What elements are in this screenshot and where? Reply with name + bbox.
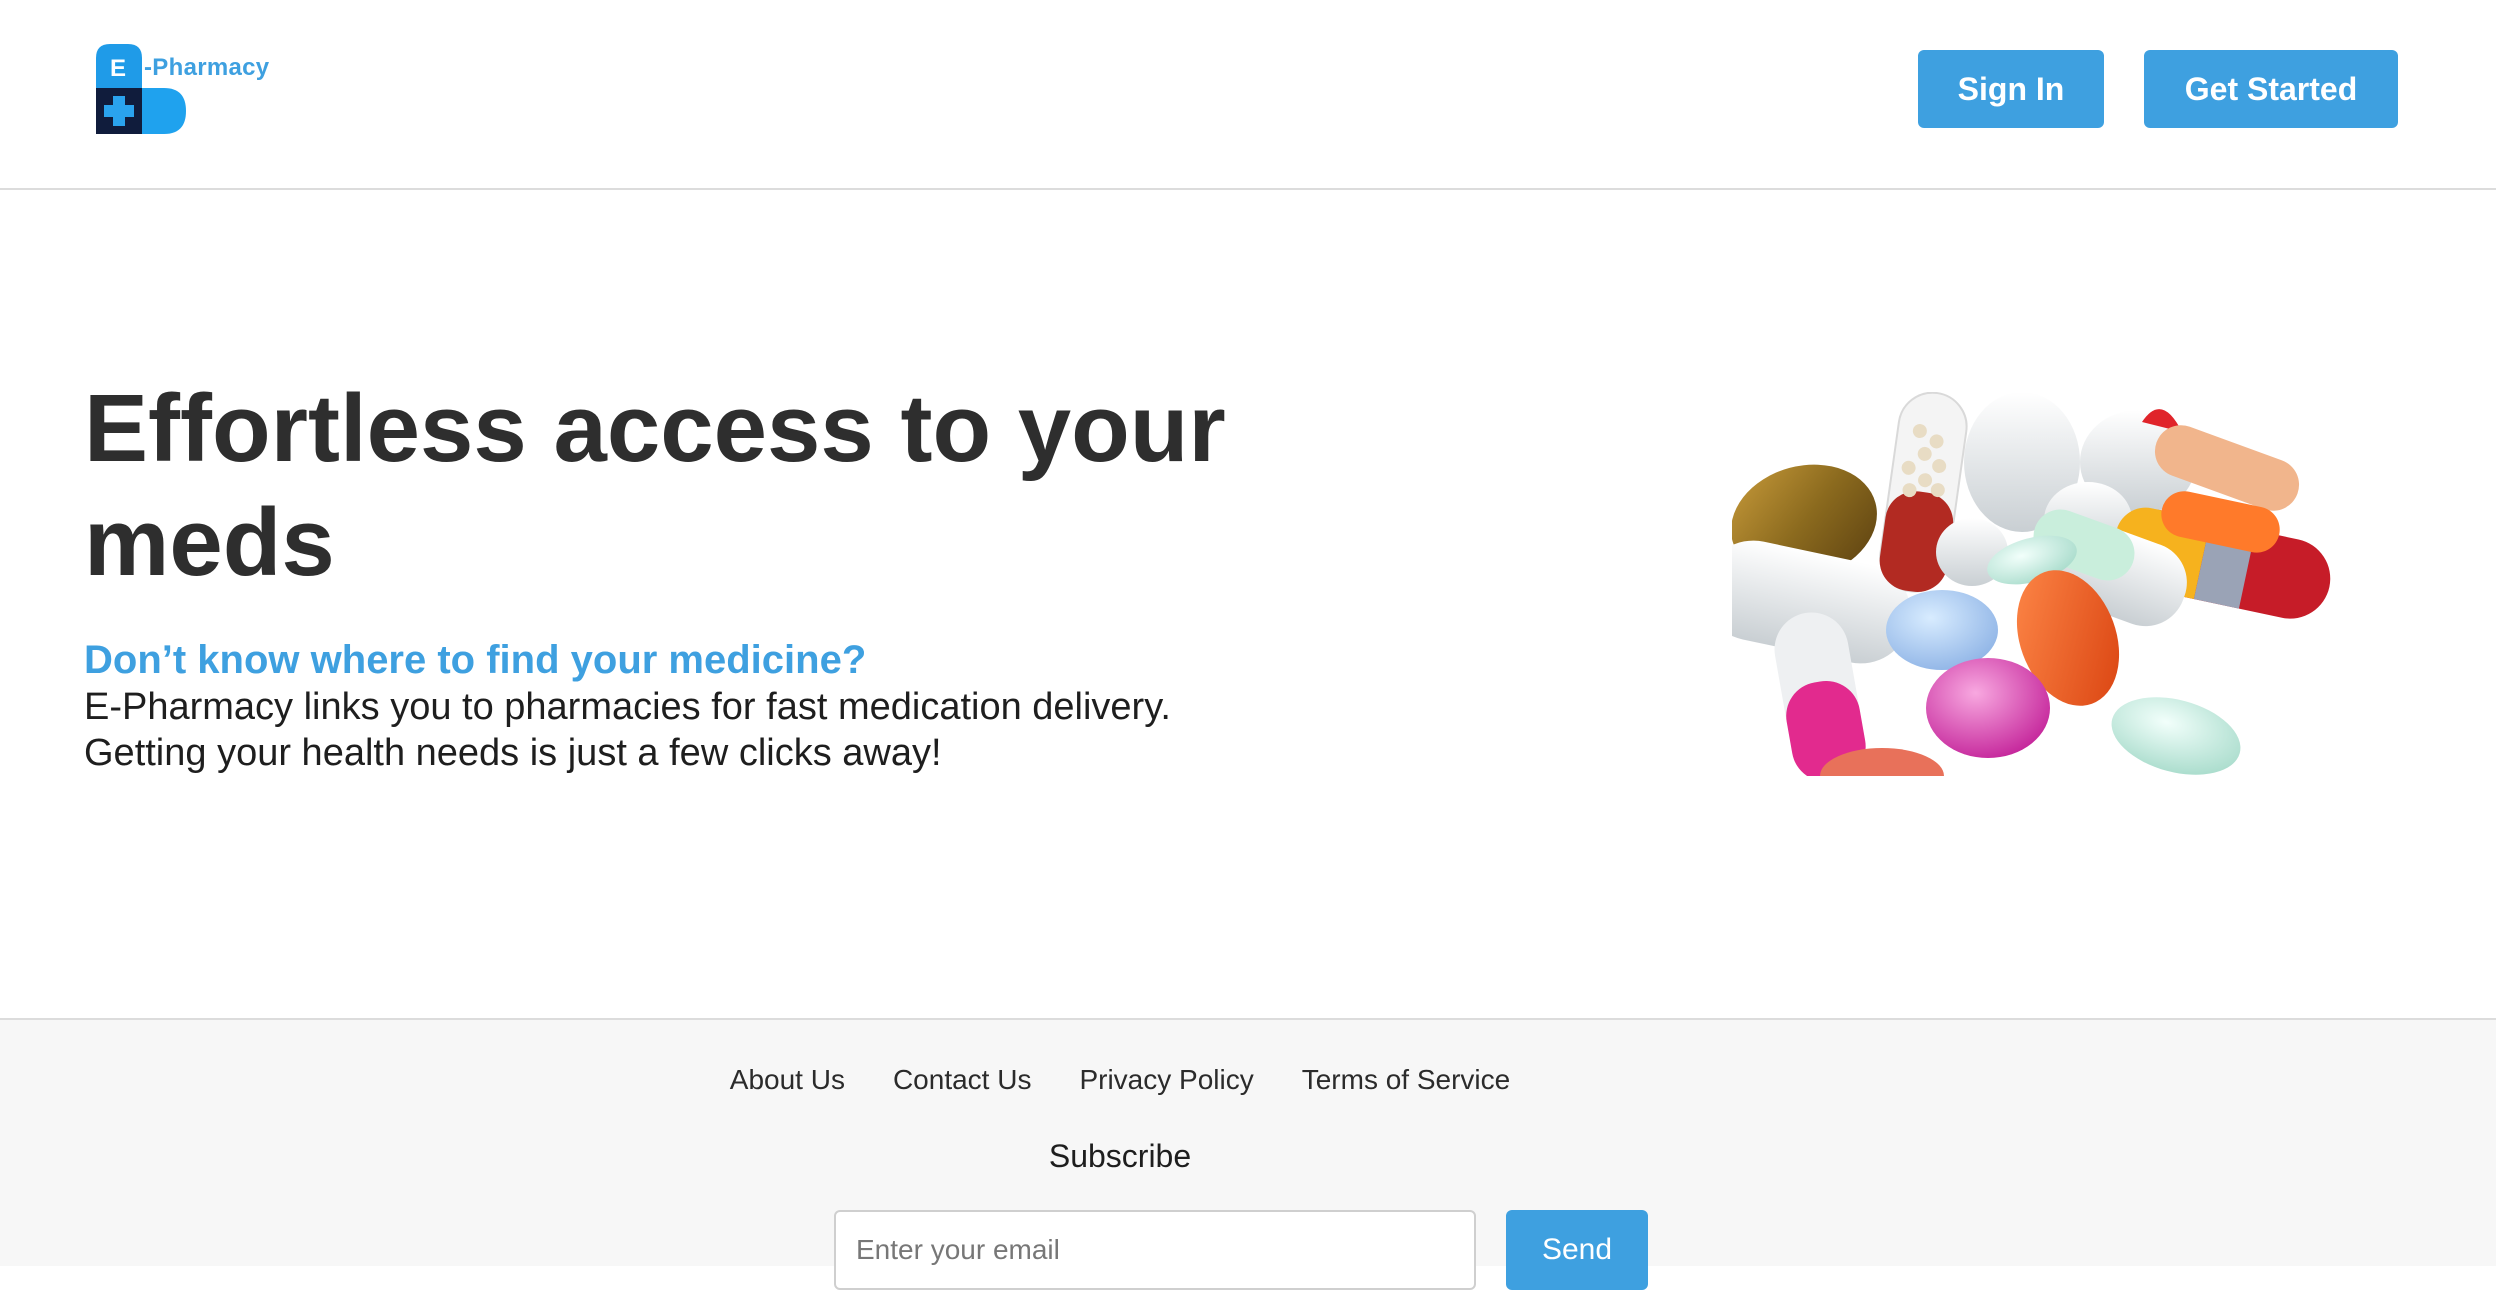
svg-text:E: E <box>110 55 126 82</box>
footer-link-terms-of-service[interactable]: Terms of Service <box>1302 1064 1511 1096</box>
get-started-button[interactable]: Get Started <box>2144 50 2398 128</box>
site-footer: About Us Contact Us Privacy Policy Terms… <box>0 1018 2496 1290</box>
hero-question: Don’t know where to find your medicine? <box>84 638 867 682</box>
footer-link-about-us[interactable]: About Us <box>730 1064 845 1096</box>
subscribe-title: Subscribe <box>1048 1138 1192 1174</box>
pills-image <box>1732 392 2336 776</box>
site-header: E -Pharmacy Sign In Get Started <box>0 0 2496 190</box>
hero-description-line-2: Getting your health needs is just a few … <box>84 732 942 774</box>
e-pharmacy-logo[interactable]: E -Pharmacy <box>94 42 269 138</box>
subscribe-send-button[interactable]: Send <box>1506 1210 1648 1290</box>
footer-link-privacy-policy[interactable]: Privacy Policy <box>1079 1064 1253 1096</box>
logo-name: Pharmacy <box>152 54 270 81</box>
subscribe-email-input[interactable] <box>834 1210 1476 1290</box>
sign-in-button[interactable]: Sign In <box>1918 50 2104 128</box>
hero-section: Effortless access to your meds Don’t kno… <box>0 192 2496 1018</box>
pills-illustration-icon <box>1732 392 2331 776</box>
hero-description-line-1: E-Pharmacy links you to pharmacies for f… <box>84 686 1171 728</box>
hero-title: Effortless access to your meds <box>84 375 1226 596</box>
footer-nav: About Us Contact Us Privacy Policy Terms… <box>0 1064 2496 1096</box>
footer-link-contact-us[interactable]: Contact Us <box>893 1064 1032 1096</box>
logo-wordmark: -Pharmacy <box>144 54 269 82</box>
